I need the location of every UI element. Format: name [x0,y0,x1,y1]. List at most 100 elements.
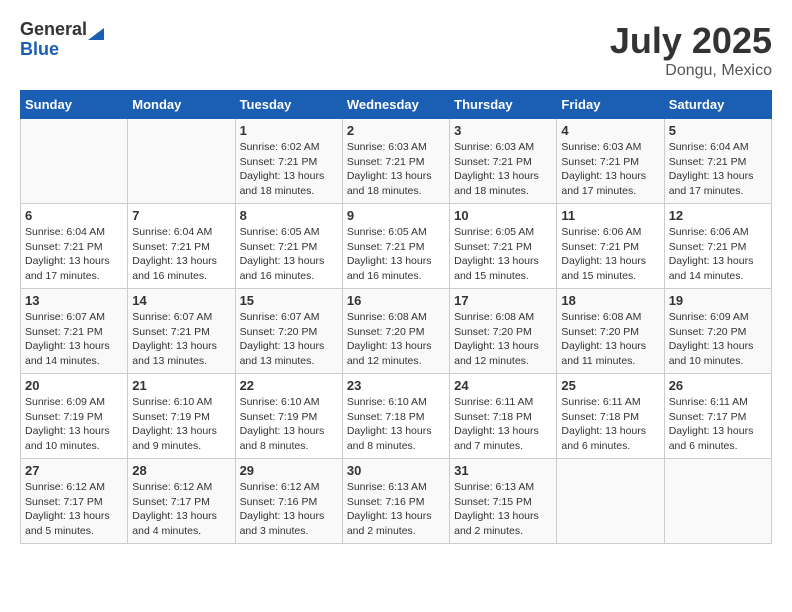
calendar-week-row: 13 Sunrise: 6:07 AMSunset: 7:21 PMDayligh… [21,289,772,374]
day-number: 21 [132,378,230,393]
day-detail: Sunrise: 6:03 AMSunset: 7:21 PMDaylight:… [561,140,659,199]
logo: General Blue [20,20,105,60]
day-detail: Sunrise: 6:06 AMSunset: 7:21 PMDaylight:… [561,225,659,284]
calendar-cell: 15 Sunrise: 6:07 AMSunset: 7:20 PMDayligh… [235,289,342,374]
day-detail: Sunrise: 6:12 AMSunset: 7:17 PMDaylight:… [25,480,123,539]
day-detail: Sunrise: 6:06 AMSunset: 7:21 PMDaylight:… [669,225,767,284]
calendar-cell: 31Sunrise: 6:13 AMSunset: 7:15 PMDayligh… [450,459,557,544]
weekday-header-monday: Monday [128,91,235,119]
calendar-cell: 14 Sunrise: 6:07 AMSunset: 7:21 PMDayligh… [128,289,235,374]
calendar-cell: 24 Sunrise: 6:11 AMSunset: 7:18 PMDayligh… [450,374,557,459]
day-number: 10 [454,208,552,223]
day-number: 6 [25,208,123,223]
calendar-cell: 28Sunrise: 6:12 AMSunset: 7:17 PMDayligh… [128,459,235,544]
day-number: 24 [454,378,552,393]
calendar-table: SundayMondayTuesdayWednesdayThursdayFrid… [20,90,772,544]
day-detail: Sunrise: 6:09 AMSunset: 7:20 PMDaylight:… [669,310,767,369]
calendar-cell: 7Sunrise: 6:04 AMSunset: 7:21 PMDaylight… [128,204,235,289]
day-detail: Sunrise: 6:10 AMSunset: 7:19 PMDaylight:… [240,395,338,454]
day-detail: Sunrise: 6:11 AMSunset: 7:18 PMDaylight:… [561,395,659,454]
calendar-cell: 4 Sunrise: 6:03 AMSunset: 7:21 PMDaylight… [557,119,664,204]
logo-arrow-icon [88,20,104,40]
calendar-cell: 20 Sunrise: 6:09 AMSunset: 7:19 PMDayligh… [21,374,128,459]
day-detail: Sunrise: 6:12 AMSunset: 7:16 PMDaylight:… [240,480,338,539]
calendar-cell: 16 Sunrise: 6:08 AMSunset: 7:20 PMDayligh… [342,289,449,374]
weekday-header-sunday: Sunday [21,91,128,119]
day-number: 16 [347,293,445,308]
day-detail: Sunrise: 6:05 AMSunset: 7:21 PMDaylight:… [240,225,338,284]
day-number: 14 [132,293,230,308]
calendar-cell: 9Sunrise: 6:05 AMSunset: 7:21 PMDaylight… [342,204,449,289]
weekday-header-tuesday: Tuesday [235,91,342,119]
day-number: 2 [347,123,445,138]
calendar-week-row: 6 Sunrise: 6:04 AMSunset: 7:21 PMDaylight… [21,204,772,289]
day-number: 4 [561,123,659,138]
day-detail: Sunrise: 6:05 AMSunset: 7:21 PMDaylight:… [454,225,552,284]
calendar-cell: 17 Sunrise: 6:08 AMSunset: 7:20 PMDayligh… [450,289,557,374]
logo-general: General [20,20,87,40]
day-detail: Sunrise: 6:02 AMSunset: 7:21 PMDaylight:… [240,140,338,199]
day-number: 19 [669,293,767,308]
calendar-cell: 27 Sunrise: 6:12 AMSunset: 7:17 PMDayligh… [21,459,128,544]
calendar-cell: 19 Sunrise: 6:09 AMSunset: 7:20 PMDayligh… [664,289,771,374]
day-detail: Sunrise: 6:03 AMSunset: 7:21 PMDaylight:… [454,140,552,199]
weekday-header-wednesday: Wednesday [342,91,449,119]
calendar-cell: 8 Sunrise: 6:05 AMSunset: 7:21 PMDaylight… [235,204,342,289]
day-number: 8 [240,208,338,223]
day-number: 27 [25,463,123,478]
calendar-cell [21,119,128,204]
weekday-header-saturday: Saturday [664,91,771,119]
day-detail: Sunrise: 6:04 AMSunset: 7:21 PMDaylight:… [669,140,767,199]
day-number: 3 [454,123,552,138]
calendar-cell [664,459,771,544]
day-detail: Sunrise: 6:03 AMSunset: 7:21 PMDaylight:… [347,140,445,199]
day-number: 29 [240,463,338,478]
calendar-cell: 30 Sunrise: 6:13 AMSunset: 7:16 PMDayligh… [342,459,449,544]
day-number: 7 [132,208,230,223]
day-number: 5 [669,123,767,138]
weekday-header-thursday: Thursday [450,91,557,119]
day-detail: Sunrise: 6:08 AMSunset: 7:20 PMDaylight:… [454,310,552,369]
day-number: 31 [454,463,552,478]
day-number: 12 [669,208,767,223]
day-number: 13 [25,293,123,308]
day-number: 15 [240,293,338,308]
calendar-cell: 6 Sunrise: 6:04 AMSunset: 7:21 PMDaylight… [21,204,128,289]
calendar-cell: 25 Sunrise: 6:11 AMSunset: 7:18 PMDayligh… [557,374,664,459]
calendar-cell: 10 Sunrise: 6:05 AMSunset: 7:21 PMDayligh… [450,204,557,289]
calendar-cell: 18Sunrise: 6:08 AMSunset: 7:20 PMDayligh… [557,289,664,374]
day-detail: Sunrise: 6:11 AMSunset: 7:17 PMDaylight:… [669,395,767,454]
calendar-cell: 1Sunrise: 6:02 AMSunset: 7:21 PMDaylight… [235,119,342,204]
calendar-week-row: 27 Sunrise: 6:12 AMSunset: 7:17 PMDayligh… [21,459,772,544]
day-number: 9 [347,208,445,223]
day-detail: Sunrise: 6:13 AMSunset: 7:16 PMDaylight:… [347,480,445,539]
day-detail: Sunrise: 6:08 AMSunset: 7:20 PMDaylight:… [347,310,445,369]
day-number: 20 [25,378,123,393]
day-detail: Sunrise: 6:08 AMSunset: 7:20 PMDaylight:… [561,310,659,369]
calendar-cell: 29 Sunrise: 6:12 AMSunset: 7:16 PMDayligh… [235,459,342,544]
day-number: 17 [454,293,552,308]
day-detail: Sunrise: 6:10 AMSunset: 7:19 PMDaylight:… [132,395,230,454]
day-detail: Sunrise: 6:07 AMSunset: 7:20 PMDaylight:… [240,310,338,369]
calendar-week-row: 20 Sunrise: 6:09 AMSunset: 7:19 PMDayligh… [21,374,772,459]
day-detail: Sunrise: 6:09 AMSunset: 7:19 PMDaylight:… [25,395,123,454]
day-detail: Sunrise: 6:11 AMSunset: 7:18 PMDaylight:… [454,395,552,454]
day-number: 28 [132,463,230,478]
day-number: 11 [561,208,659,223]
day-number: 26 [669,378,767,393]
calendar-cell: 13Sunrise: 6:07 AMSunset: 7:21 PMDayligh… [21,289,128,374]
page-header: General Blue July 2025 Dongu, Mexico [20,20,772,80]
day-number: 30 [347,463,445,478]
day-number: 25 [561,378,659,393]
calendar-cell: 23Sunrise: 6:10 AMSunset: 7:18 PMDayligh… [342,374,449,459]
calendar-cell [128,119,235,204]
calendar-cell: 21 Sunrise: 6:10 AMSunset: 7:19 PMDayligh… [128,374,235,459]
day-number: 22 [240,378,338,393]
calendar-cell: 11 Sunrise: 6:06 AMSunset: 7:21 PMDayligh… [557,204,664,289]
day-detail: Sunrise: 6:04 AMSunset: 7:21 PMDaylight:… [25,225,123,284]
day-detail: Sunrise: 6:07 AMSunset: 7:21 PMDaylight:… [132,310,230,369]
calendar-cell: 5 Sunrise: 6:04 AMSunset: 7:21 PMDaylight… [664,119,771,204]
weekday-header-friday: Friday [557,91,664,119]
calendar-cell: 26 Sunrise: 6:11 AMSunset: 7:17 PMDayligh… [664,374,771,459]
calendar-cell [557,459,664,544]
